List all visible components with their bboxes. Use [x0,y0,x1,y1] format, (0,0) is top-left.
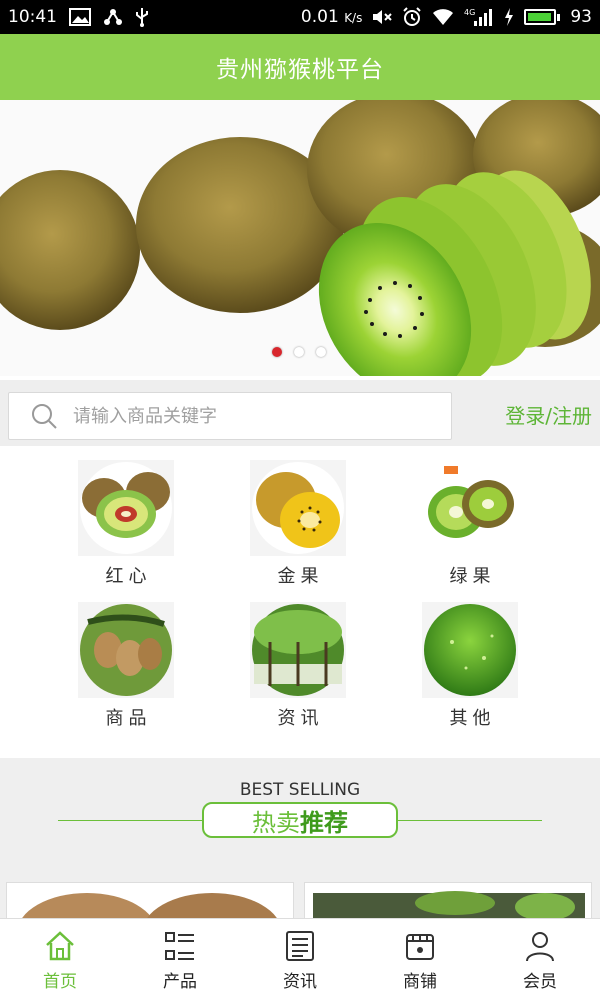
tab-label: 会员 [523,972,557,992]
search-input[interactable] [73,405,413,427]
share-hub-icon [103,7,123,27]
charging-icon [504,8,514,26]
user-icon [526,932,554,962]
search-icon [32,404,57,429]
product-card[interactable] [304,882,592,920]
category-news[interactable]: 资讯 [248,602,348,730]
carousel-dot[interactable] [316,347,326,357]
product-image [7,883,293,920]
tab-home[interactable]: 首页 [0,919,120,1000]
carousel-dot[interactable] [272,347,282,357]
category-other[interactable]: 其他 [420,602,520,730]
store-icon [406,934,434,960]
bottom-tab-bar: 首页 产品 资讯 商铺 会员 [0,918,600,1000]
best-selling-title: 热卖 推荐 [202,802,398,838]
battery-percent: 93 [570,7,592,27]
red-heart-kiwi-image [78,460,174,556]
net-speed: 0.01 K/s [300,7,363,27]
green-kiwi-image [422,460,518,556]
category-label: 金果 [277,566,324,587]
category-grid: 红心 金果 绿果 商品 资讯 其他 [0,446,600,758]
alarm-icon [402,7,422,27]
login-register-link[interactable]: 登录/注册 [505,400,592,429]
tab-label: 产品 [163,972,197,992]
banner-carousel[interactable] [0,100,600,376]
category-red-heart[interactable]: 红心 [76,460,176,588]
tab-products[interactable]: 产品 [120,919,240,1000]
category-label: 绿果 [449,566,496,587]
clock: 10:41 [8,7,57,27]
search-box[interactable] [8,392,452,440]
category-label: 红心 [105,566,152,587]
battery-icon [524,9,561,25]
carousel-dot[interactable] [294,347,304,357]
status-bar: 10:41 0.01 K/s 4G 93 [0,0,600,34]
product-list [0,862,600,920]
kiwi-orchard-image [250,602,346,698]
mute-icon [372,8,393,26]
list-icon [165,932,194,960]
category-green[interactable]: 绿果 [420,460,520,588]
page-title: 贵州猕猴桃平台 [216,57,384,83]
kiwi-products-image [78,602,174,698]
news-icon [286,931,314,961]
category-label: 其他 [449,708,496,729]
svg-text:4G: 4G [464,8,475,17]
tab-label: 商铺 [403,972,437,992]
home-icon [46,931,74,961]
carousel-dots [272,347,326,357]
product-card[interactable] [6,882,294,920]
golden-kiwi-image [250,460,346,556]
divider-right [398,820,542,821]
tab-label: 首页 [43,972,77,992]
kiwi-banner-image [0,100,600,376]
tab-label: 资讯 [283,972,317,992]
category-label: 资讯 [277,708,324,729]
search-bar-row: 登录/注册 [0,380,600,446]
divider-left [58,820,202,821]
signal-icon: 4G [464,7,494,27]
image-notification-icon [69,8,91,26]
category-label: 商品 [105,708,152,729]
category-products[interactable]: 商品 [76,602,176,730]
tab-news[interactable]: 资讯 [240,919,360,1000]
category-golden[interactable]: 金果 [248,460,348,588]
app-header: 贵州猕猴桃平台 [0,34,600,100]
best-selling-section: BEST SELLING 热卖 推荐 [0,758,600,862]
usb-icon [135,7,149,27]
tab-store[interactable]: 商铺 [360,919,480,1000]
best-selling-english: BEST SELLING [239,780,361,800]
tab-member[interactable]: 会员 [480,919,600,1000]
product-image [305,883,591,920]
wifi-icon [432,8,454,26]
green-bokeh-image [422,602,518,698]
